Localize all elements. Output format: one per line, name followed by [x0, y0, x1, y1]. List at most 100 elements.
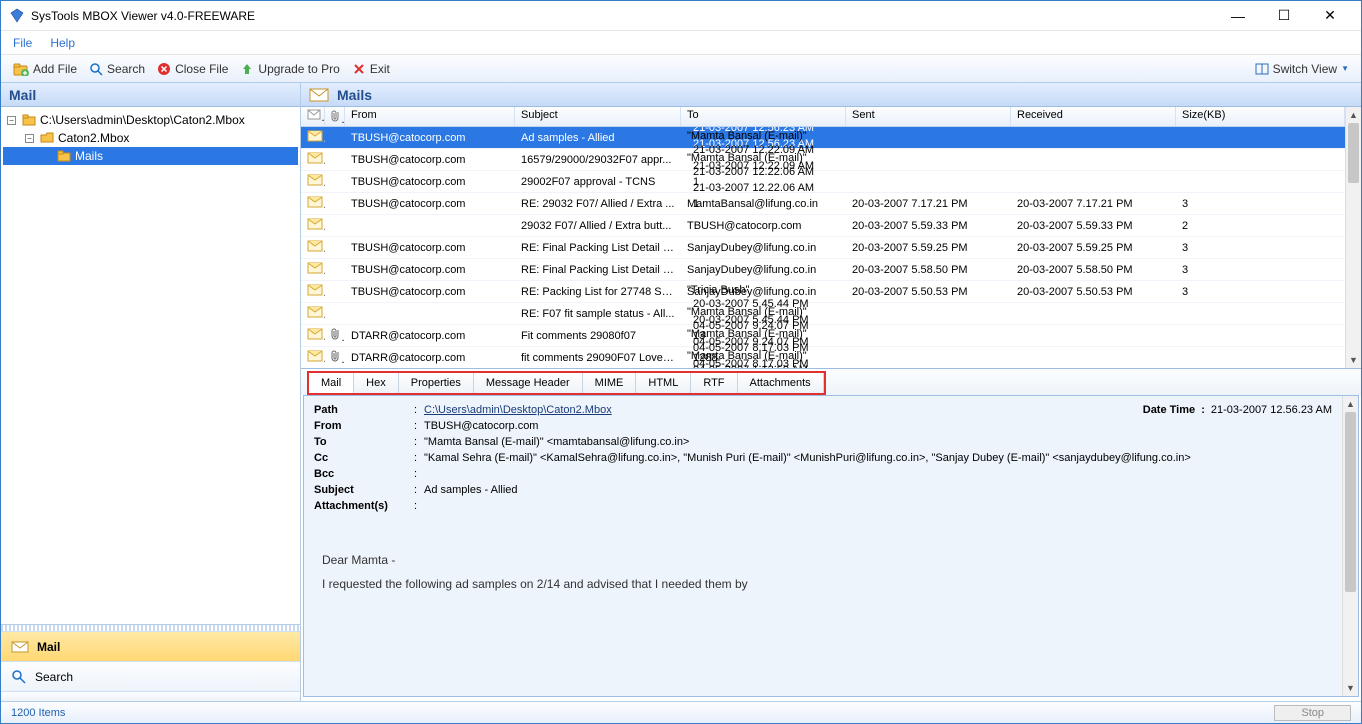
grip-stripe: [1, 691, 300, 701]
tab-attachments[interactable]: Attachments: [738, 373, 824, 393]
to-label: To: [314, 436, 414, 448]
to-cell: SanjayDubey@lifung.co.in: [681, 240, 846, 256]
subject-cell: RE: Packing List for 27748 S0...: [515, 284, 681, 300]
search-button[interactable]: Search: [83, 59, 151, 79]
add-file-button[interactable]: Add File: [7, 59, 83, 79]
attachment-cell: [325, 246, 345, 250]
scroll-up-icon[interactable]: ▲: [1346, 107, 1361, 123]
list-scrollbar[interactable]: ▲ ▼: [1345, 107, 1361, 368]
sent-cell: 20-03-2007 5.58.50 PM: [846, 262, 1011, 278]
subject-cell: RE: F07 fit sample status - All...: [515, 306, 681, 322]
sidebar-item-mail[interactable]: Mail: [1, 631, 300, 661]
tab-hex[interactable]: Hex: [354, 373, 399, 393]
scroll-down-icon[interactable]: ▼: [1343, 680, 1358, 696]
maximize-button[interactable]: ☐: [1261, 1, 1307, 31]
stop-button[interactable]: Stop: [1274, 705, 1351, 721]
col-received[interactable]: Received: [1011, 107, 1176, 126]
path-value[interactable]: C:\Users\admin\Desktop\Caton2.Mbox: [424, 404, 612, 416]
col-subject[interactable]: Subject: [515, 107, 681, 126]
scroll-thumb[interactable]: [1348, 123, 1359, 183]
tree-folder[interactable]: − Caton2.Mbox: [3, 129, 298, 147]
subject-cell: RE: Final Packing List Detail f...: [515, 262, 681, 278]
collapse-icon[interactable]: −: [25, 134, 34, 143]
cc-value: "Kamal Sehra (E-mail)" <KamalSehra@lifun…: [424, 452, 1332, 464]
tab-mail[interactable]: Mail: [309, 373, 354, 393]
sent-cell: 20-03-2007 5.59.33 PM: [846, 218, 1011, 234]
datetime-value: 21-03-2007 12.56.23 AM: [1211, 404, 1332, 416]
sidebar-search-label: Search: [35, 670, 73, 684]
folder-icon: [57, 149, 71, 163]
exit-button[interactable]: Exit: [346, 59, 396, 79]
size-cell: 2: [1176, 218, 1345, 234]
tab-mime[interactable]: MIME: [583, 373, 637, 393]
col-attach[interactable]: [325, 107, 345, 126]
mail-row[interactable]: TBUSH@catocorp.com29002F07 approval - TC…: [301, 171, 1345, 193]
attachment-cell: [325, 158, 345, 162]
datetime-label: Date Time :: [1143, 404, 1205, 416]
subject-cell: RE: 29032 F07/ Allied / Extra ...: [515, 196, 681, 212]
tree-mails-label: Mails: [75, 149, 103, 163]
scroll-down-icon[interactable]: ▼: [1346, 352, 1361, 368]
from-value: TBUSH@catocorp.com: [424, 420, 1332, 432]
size-cell: 3: [1176, 262, 1345, 278]
upgrade-icon: [240, 62, 254, 76]
column-headers[interactable]: From Subject To Sent Received Size(KB): [301, 107, 1345, 127]
scroll-thumb[interactable]: [1345, 412, 1356, 592]
scroll-up-icon[interactable]: ▲: [1343, 396, 1358, 412]
col-sent[interactable]: Sent: [846, 107, 1011, 126]
switch-view-button[interactable]: Switch View ▼: [1249, 59, 1355, 79]
attachment-cell: [325, 325, 345, 346]
close-file-label: Close File: [175, 62, 228, 76]
close-window-button[interactable]: ✕: [1307, 1, 1353, 31]
col-icon[interactable]: [301, 107, 325, 126]
collapse-icon[interactable]: −: [7, 116, 16, 125]
from-label: From: [314, 420, 414, 432]
paperclip-icon: [331, 109, 341, 123]
subject-cell: Fit comments 29080f07: [515, 328, 681, 344]
tree-root[interactable]: − C:\Users\admin\Desktop\Caton2.Mbox: [3, 111, 298, 129]
detail-scrollbar[interactable]: ▲ ▼: [1342, 396, 1358, 696]
tab-html[interactable]: HTML: [636, 373, 691, 393]
upgrade-button[interactable]: Upgrade to Pro: [234, 59, 345, 79]
envelope-icon: [307, 109, 321, 121]
sent-cell: 20-03-2007 5.59.25 PM: [846, 240, 1011, 256]
tree-root-label: C:\Users\admin\Desktop\Caton2.Mbox: [40, 113, 245, 127]
add-file-label: Add File: [33, 62, 77, 76]
tree-mails[interactable]: Mails: [3, 147, 298, 165]
envelope-icon: [301, 348, 325, 367]
size-cell: 3: [1176, 284, 1345, 300]
attachment-cell: [325, 347, 345, 368]
folder-tree[interactable]: − C:\Users\admin\Desktop\Caton2.Mbox − C…: [1, 107, 300, 624]
tab-rtf[interactable]: RTF: [691, 373, 737, 393]
close-file-button[interactable]: Close File: [151, 59, 234, 79]
from-cell: TBUSH@catocorp.com: [345, 174, 515, 190]
received-cell: 21-03-2007 12.22.06 AM: [687, 180, 846, 196]
col-from[interactable]: From: [345, 107, 515, 126]
mail-list[interactable]: From Subject To Sent Received Size(KB) T…: [301, 107, 1345, 368]
attachment-cell: [325, 136, 345, 140]
folder-icon: [22, 113, 36, 127]
mails-header-label: Mails: [337, 87, 372, 103]
from-cell: [345, 224, 515, 228]
menu-help[interactable]: Help: [50, 36, 75, 50]
envelope-icon: [301, 128, 325, 147]
to-cell: SanjayDubey@lifung.co.in: [681, 262, 846, 278]
search-label: Search: [107, 62, 145, 76]
mail-row[interactable]: TBUSH@catocorp.comRE: Final Packing List…: [301, 259, 1345, 281]
col-to[interactable]: To: [681, 107, 846, 126]
statusbar: 1200 Items Stop: [1, 701, 1361, 723]
minimize-button[interactable]: —: [1215, 1, 1261, 31]
col-size[interactable]: Size(KB): [1176, 107, 1345, 126]
mail-row[interactable]: TBUSH@catocorp.comRE: Final Packing List…: [301, 237, 1345, 259]
close-file-icon: [157, 62, 171, 76]
received-cell: 20-03-2007 7.17.21 PM: [1011, 196, 1176, 212]
menu-file[interactable]: File: [13, 36, 32, 50]
sidebar-item-search[interactable]: Search: [1, 661, 300, 691]
tab-properties[interactable]: Properties: [399, 373, 474, 393]
subject-cell: fit comments 29090F07 Lovec...: [515, 350, 681, 366]
tab-message-header[interactable]: Message Header: [474, 373, 583, 393]
mail-row[interactable]: 29032 F07/ Allied / Extra butt...TBUSH@c…: [301, 215, 1345, 237]
subject-cell: RE: Final Packing List Detail f...: [515, 240, 681, 256]
detail-tabs: MailHexPropertiesMessage HeaderMIMEHTMLR…: [301, 369, 1361, 395]
received-cell: 20-03-2007 5.59.25 PM: [1011, 240, 1176, 256]
